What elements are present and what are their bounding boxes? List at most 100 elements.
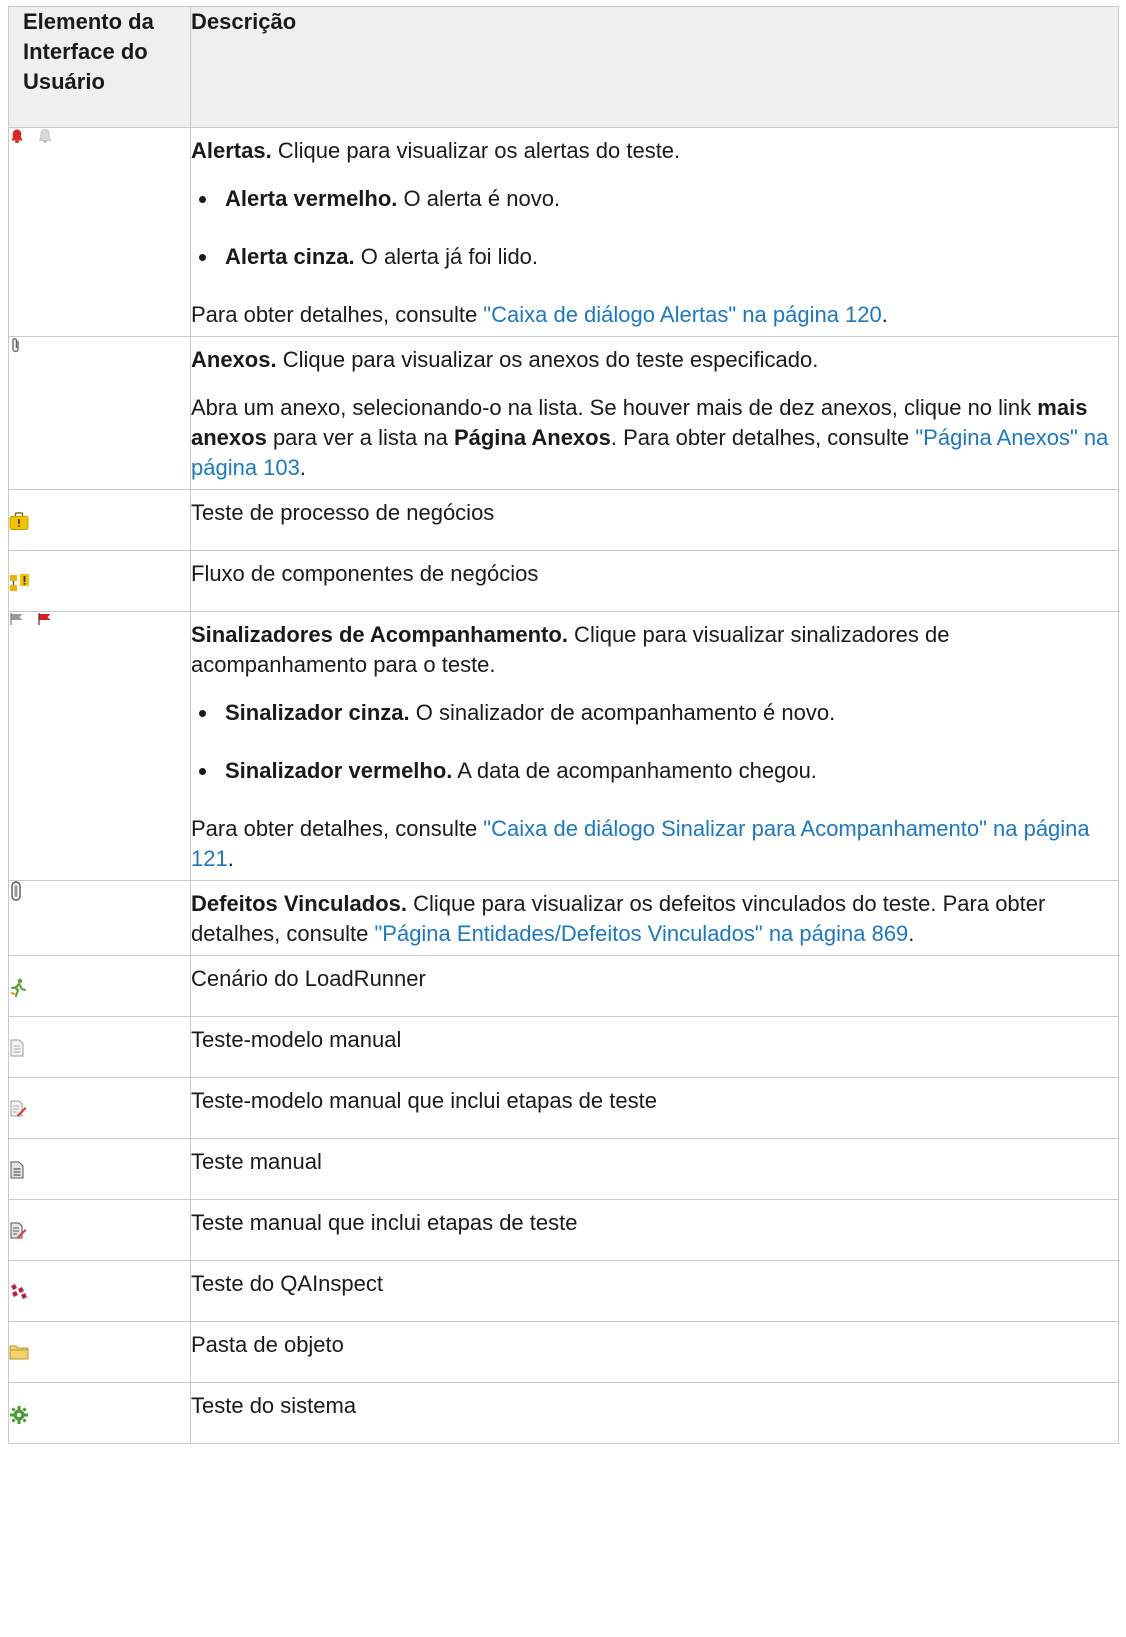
flags-bullet-list: Sinalizador cinza. O sinalizador de acom… xyxy=(191,698,1118,786)
linked-defects-title: Defeitos Vinculados. xyxy=(191,891,407,916)
bullet-title: Alerta vermelho. xyxy=(225,186,398,211)
table-row: Teste-modelo manual xyxy=(8,1016,1119,1078)
table-row: Teste manual que inclui etapas de teste xyxy=(8,1199,1119,1261)
icon-cell xyxy=(8,1016,191,1078)
red-flag-icon xyxy=(37,612,53,626)
description-cell: Teste de processo de negócios xyxy=(190,489,1119,551)
list-item: Sinalizador vermelho. A data de acompanh… xyxy=(191,756,1118,786)
description-cell: Anexos. Clique para visualizar os anexos… xyxy=(190,336,1119,490)
manual-test-steps-icon xyxy=(9,1222,190,1240)
business-process-test-icon xyxy=(9,512,190,530)
table-row: Anexos. Clique para visualizar os anexos… xyxy=(8,336,1119,490)
column-header-ui-element: Elemento da Interface do Usuário xyxy=(8,6,191,128)
description-cell: Teste manual xyxy=(190,1138,1119,1200)
icon-cell xyxy=(8,611,191,881)
icon-cell xyxy=(8,1321,191,1383)
table-row: Teste-modelo manual que inclui etapas de… xyxy=(8,1077,1119,1139)
table-row: Sinalizadores de Acompanhamento. Clique … xyxy=(8,611,1119,881)
icon-cell xyxy=(8,1260,191,1322)
alerts-text: Clique para visualizar os alertas do tes… xyxy=(271,138,681,163)
icon-cell xyxy=(8,1199,191,1261)
manual-test-icon xyxy=(9,1161,190,1179)
linked-defects-link[interactable]: "Página Entidades/Defeitos Vinculados" n… xyxy=(374,921,908,946)
linked-defects-suffix: . xyxy=(908,921,915,946)
icon-cell xyxy=(8,1138,191,1200)
bullet-title: Sinalizador vermelho. xyxy=(225,758,453,783)
list-item: Alerta cinza. O alerta já foi lido. xyxy=(191,242,1118,272)
icon-cell xyxy=(8,880,191,956)
icon-cell xyxy=(8,955,191,1017)
row-text: Fluxo de componentes de negócios xyxy=(191,561,539,586)
icon-cell xyxy=(8,127,191,337)
description-cell: Alertas. Clique para visualizar os alert… xyxy=(190,127,1119,337)
ui-elements-table: Elemento da Interface do Usuário Descriç… xyxy=(8,6,1119,1444)
attachments-page-term: Página Anexos xyxy=(453,425,611,450)
bullet-title: Alerta cinza. xyxy=(225,244,355,269)
description-cell: Defeitos Vinculados. Clique para visuali… xyxy=(190,880,1119,956)
attachments-text: Clique para visualizar os anexos do test… xyxy=(276,347,819,372)
table-row: Teste de processo de negócios xyxy=(8,489,1119,551)
bullet-text: A data de acompanhamento chegou. xyxy=(452,758,817,783)
details-suffix: . xyxy=(227,846,234,871)
description-cell: Fluxo de componentes de negócios xyxy=(190,550,1119,612)
list-item: Alerta vermelho. O alerta é novo. xyxy=(191,184,1118,214)
description-cell: Teste do QAInspect xyxy=(190,1260,1119,1322)
description-cell: Cenário do LoadRunner xyxy=(190,955,1119,1017)
loadrunner-scenario-icon xyxy=(9,978,190,998)
system-test-icon xyxy=(9,1405,190,1425)
table-header-row: Elemento da Interface do Usuário Descriç… xyxy=(8,6,1119,128)
business-flow-icon xyxy=(9,573,190,593)
gray-flag-icon xyxy=(9,612,25,626)
attachments-paragraph-text: . xyxy=(299,455,307,480)
flags-title: Sinalizadores de Acompanhamento. xyxy=(191,622,568,647)
table-row: Alertas. Clique para visualizar os alert… xyxy=(8,127,1119,337)
description-cell: Pasta de objeto xyxy=(190,1321,1119,1383)
gray-alert-bell-icon xyxy=(37,128,53,144)
row-text: Teste de processo de negócios xyxy=(191,500,495,525)
icon-cell xyxy=(8,1077,191,1139)
folder-icon xyxy=(9,1344,190,1360)
table-row: Defeitos Vinculados. Clique para visuali… xyxy=(8,880,1119,956)
qainspect-test-icon xyxy=(9,1283,190,1301)
table-row: Teste manual xyxy=(8,1138,1119,1200)
bullet-title: Sinalizador cinza. xyxy=(225,700,410,725)
table-row: Cenário do LoadRunner xyxy=(8,955,1119,1017)
description-cell: Sinalizadores de Acompanhamento. Clique … xyxy=(190,611,1119,881)
table-row: Fluxo de componentes de negócios xyxy=(8,550,1119,612)
list-item: Sinalizador cinza. O sinalizador de acom… xyxy=(191,698,1118,728)
icon-cell xyxy=(8,1382,191,1444)
details-prefix: Para obter detalhes, consulte xyxy=(191,302,484,327)
bullet-text: O alerta é novo. xyxy=(397,186,561,211)
linked-defects-icon xyxy=(9,881,190,901)
icon-cell xyxy=(8,550,191,612)
attachments-title: Anexos. xyxy=(191,347,277,372)
table-row: Teste do sistema xyxy=(8,1382,1119,1444)
icon-cell xyxy=(8,336,191,490)
table-row: Teste do QAInspect xyxy=(8,1260,1119,1322)
row-text: Teste manual que inclui etapas de teste xyxy=(191,1210,578,1235)
row-text: Pasta de objeto xyxy=(191,1332,344,1357)
attachments-paragraph-text: para ver a lista na xyxy=(266,425,454,450)
alerts-dialog-link[interactable]: "Caixa de diálogo Alertas" na página 120 xyxy=(483,302,881,327)
icon-cell xyxy=(8,489,191,551)
attachments-paragraph-text: Abra um anexo, selecionando-o na lista. … xyxy=(191,395,1038,420)
table-row: Pasta de objeto xyxy=(8,1321,1119,1383)
row-text: Teste-modelo manual xyxy=(191,1027,402,1052)
description-cell: Teste do sistema xyxy=(190,1382,1119,1444)
manual-template-icon xyxy=(9,1039,190,1057)
bullet-text: O sinalizador de acompanhamento é novo. xyxy=(409,700,836,725)
row-text: Teste-modelo manual que inclui etapas de… xyxy=(191,1088,657,1113)
details-suffix: . xyxy=(881,302,888,327)
column-header-description: Descrição xyxy=(190,6,1119,128)
row-text: Cenário do LoadRunner xyxy=(191,966,426,991)
manual-template-steps-icon xyxy=(9,1100,190,1118)
row-text: Teste do QAInspect xyxy=(191,1271,383,1296)
row-text: Teste do sistema xyxy=(191,1393,357,1418)
red-alert-bell-icon xyxy=(9,128,25,144)
attachments-paragraph-text: . Para obter detalhes, consulte xyxy=(610,425,916,450)
description-cell: Teste manual que inclui etapas de teste xyxy=(190,1199,1119,1261)
paperclip-icon xyxy=(9,337,190,355)
details-prefix: Para obter detalhes, consulte xyxy=(191,816,484,841)
description-cell: Teste-modelo manual que inclui etapas de… xyxy=(190,1077,1119,1139)
bullet-text: O alerta já foi lido. xyxy=(354,244,539,269)
